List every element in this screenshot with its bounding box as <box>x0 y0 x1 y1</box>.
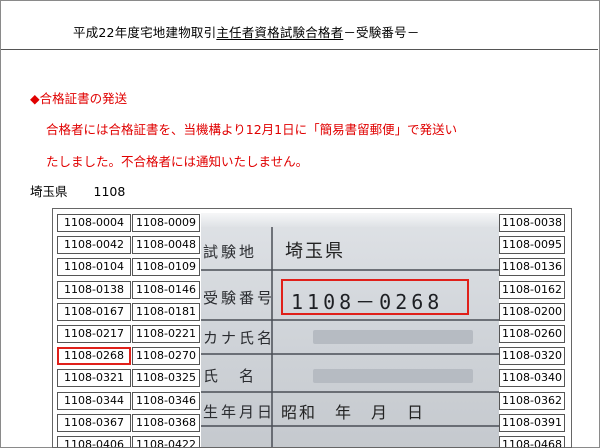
card-edge <box>201 213 499 227</box>
card-label-site: 試験地 <box>203 243 258 261</box>
redacted-name <box>313 369 473 383</box>
table-cell: 1108-0367 <box>57 413 131 432</box>
table-cell: 1108-0136 <box>499 258 565 277</box>
table-cell: 1108-0038 <box>499 214 565 232</box>
card-rule <box>201 269 499 271</box>
card-rule <box>201 391 499 393</box>
table-cell: 1108-0042 <box>57 236 131 255</box>
table-cell: 1108-0009 <box>132 214 200 232</box>
table-cell: 1108-0270 <box>132 347 200 366</box>
card-rule <box>201 319 499 321</box>
table-cell: 1108-0468 <box>499 436 565 447</box>
table-cell: 1108-0004 <box>57 214 131 232</box>
notice-heading: ◆合格証書の発送 <box>30 91 128 106</box>
table-cell: 1108-0146 <box>132 280 200 299</box>
table-cell: 1108-0321 <box>57 369 131 388</box>
card-rule <box>201 353 499 355</box>
table-cell: 1108-0346 <box>132 391 200 410</box>
prefecture-code: 1108 <box>93 184 126 199</box>
notice-line-2: たしました。不合格者には通知いたしません。 <box>46 154 309 169</box>
table-cell-highlighted: 1108-0268 <box>57 347 131 366</box>
card-label-birth: 生年月日 <box>203 403 276 421</box>
table-cell: 1108-0320 <box>499 347 565 366</box>
redacted-kana <box>313 330 473 344</box>
table-cell: 1108-0181 <box>132 302 200 321</box>
divider <box>1 49 598 50</box>
table-cell: 1108-0325 <box>132 369 200 388</box>
page-title: 平成22年度宅地建物取引主任者資格試験合格者－受験番号－ <box>73 22 420 41</box>
table-cell: 1108-0391 <box>499 413 565 432</box>
table-cell: 1108-0200 <box>499 302 565 321</box>
table-cell: 1108-0104 <box>57 258 131 277</box>
table-cell: 1108-0048 <box>132 236 200 255</box>
table-cell: 1108-0217 <box>57 325 131 343</box>
card-value-birth: 昭和 年 月 日 <box>281 403 426 422</box>
table-cell: 1108-0162 <box>499 280 565 299</box>
card-label-kana: カナ氏名 <box>203 329 276 347</box>
card-rule <box>201 425 499 427</box>
table-cell: 1108-0095 <box>499 236 565 255</box>
table-cell: 1108-0422 <box>132 436 200 447</box>
prefecture-name: 埼玉県 <box>30 184 68 199</box>
card-value-site: 埼玉県 <box>285 241 345 262</box>
prefecture-heading: 埼玉県 1108 <box>30 181 125 200</box>
card-number-highlight: 1108－0268 <box>281 279 469 315</box>
table-cell: 1108-0167 <box>57 302 131 321</box>
card-label-number: 受験番号 <box>203 289 276 307</box>
title-part2: 主任者資格試験合格者 <box>216 25 344 40</box>
number-table: 1108-0468 1108-0391 1108-0362 1108-0340 1108… <box>52 208 572 448</box>
table-cell: 1108-0362 <box>499 391 565 410</box>
notice-line-1: 合格者には合格証書を、当機構より12月1日に「簡易書留郵便」で発送い <box>46 122 458 137</box>
card-label-name: 氏 名 <box>203 367 258 385</box>
admission-card-photo: 試験地 埼玉県 受験番号 1108－0268 カナ氏名 氏 名 生年月日 昭和 … <box>201 213 499 447</box>
card-value-number: 1108－0268 <box>291 290 444 314</box>
table-cell: 1108-0368 <box>132 413 200 432</box>
table-cell: 1108-0406 <box>57 436 131 447</box>
table-cell: 1108-0221 <box>132 325 200 343</box>
table-cell: 1108-0344 <box>57 391 131 410</box>
table-cell: 1108-0109 <box>132 258 200 277</box>
table-cell: 1108-0260 <box>499 325 565 343</box>
title-part1: 平成22年度宅地建物取引 <box>73 25 217 40</box>
table-cell: 1108-0340 <box>499 369 565 388</box>
table-cell: 1108-0138 <box>57 280 131 299</box>
title-part3: －受験番号－ <box>343 25 420 40</box>
